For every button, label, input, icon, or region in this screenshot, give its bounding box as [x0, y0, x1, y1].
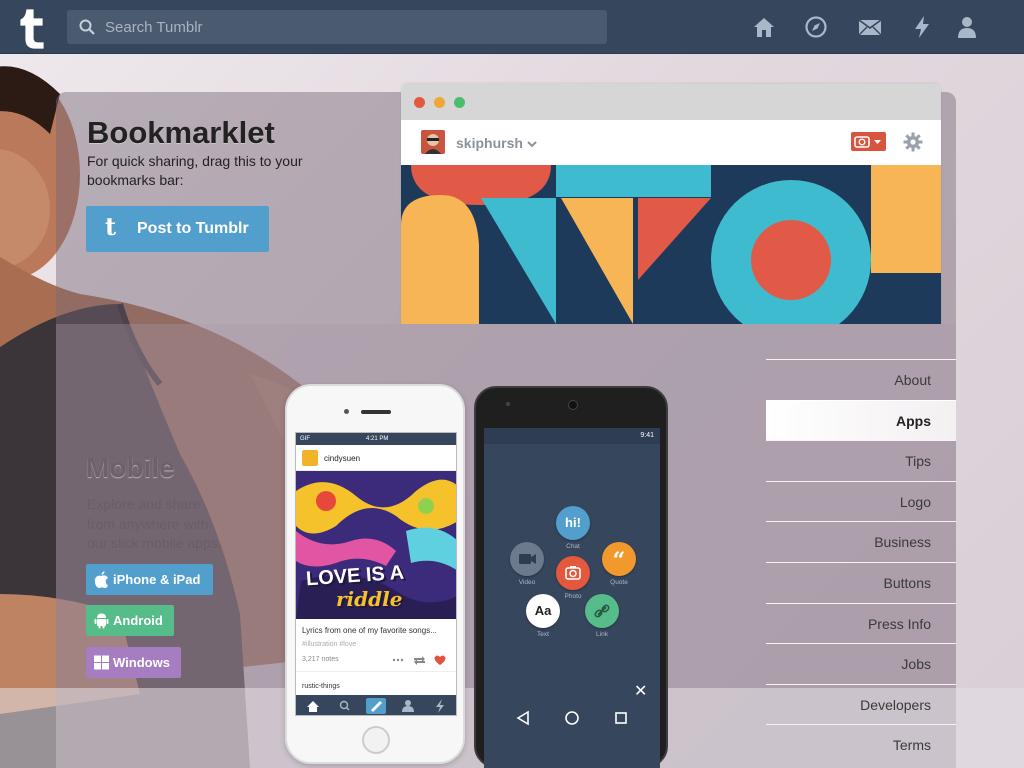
- post-notes: 3,217 notes: [302, 656, 339, 663]
- sidebar-item-terms[interactable]: Terms: [766, 724, 956, 765]
- top-navigation-bar: [0, 0, 1024, 54]
- home-icon[interactable]: [752, 15, 776, 39]
- sidebar-item-tips[interactable]: Tips: [766, 440, 956, 481]
- text-bubble[interactable]: Aa: [526, 594, 560, 628]
- post-caption: Lyrics from one of my favorite songs...: [302, 626, 437, 635]
- browser-chrome: [401, 84, 941, 120]
- account-icon[interactable]: [955, 15, 979, 39]
- bookmarklet-heading: Bookmarklet: [87, 115, 275, 150]
- back-icon: [516, 710, 529, 726]
- iphone-camera: [344, 409, 349, 414]
- android-sensor: [506, 402, 510, 406]
- android-label: Android: [113, 613, 163, 628]
- video-camera-icon: [519, 554, 536, 564]
- sidebar-item-developers[interactable]: Developers: [766, 683, 956, 725]
- iphone-screen: GIF 4:21 PM cindysuen LOVE IS A riddle L…: [295, 432, 457, 716]
- next-post-user: rustic-things: [302, 683, 340, 690]
- quote-label: Quote: [610, 579, 628, 586]
- link-bubble[interactable]: [585, 594, 619, 628]
- text-label: Text: [537, 631, 549, 638]
- camera-post-button[interactable]: [851, 132, 886, 151]
- close-dot: [414, 97, 425, 108]
- about-sidebar-nav: About Apps Tips Logo Business Buttons Pr…: [766, 359, 956, 765]
- android-screen: 9:41 hi! Chat Video “ Quote Photo Aa Tex…: [484, 428, 660, 768]
- post-username: cindysuen: [324, 454, 361, 463]
- mobile-heading: Mobile: [86, 452, 175, 483]
- sidebar-item-apps[interactable]: Apps: [766, 399, 956, 441]
- iphone-carrier: GIF: [300, 436, 310, 442]
- chevron-down-icon: [527, 141, 537, 148]
- post-actions: [392, 655, 446, 665]
- chat-bubble[interactable]: hi!: [556, 506, 590, 540]
- photo-bubble[interactable]: [556, 556, 590, 590]
- iphone-home-button: [362, 726, 390, 754]
- tumblr-logo[interactable]: [15, 6, 51, 49]
- iphone-tab-bar: [296, 695, 456, 715]
- search-box[interactable]: [67, 10, 607, 44]
- windows-button[interactable]: Windows: [86, 647, 181, 678]
- android-icon: [94, 613, 109, 629]
- post-header: cindysuen: [296, 445, 456, 471]
- windows-icon: [94, 655, 109, 670]
- iphone-ipad-button[interactable]: iPhone & iPad: [86, 564, 213, 595]
- android-status-bar: 9:41: [484, 428, 660, 444]
- sidebar-item-buttons[interactable]: Buttons: [766, 561, 956, 603]
- recents-icon: [615, 712, 627, 724]
- blog-header-artwork: [401, 165, 941, 324]
- search-input[interactable]: [105, 10, 595, 44]
- iphone-speaker: [361, 410, 391, 414]
- bookmarklet-description: For quick sharing, drag this to your boo…: [87, 153, 303, 188]
- link-icon: [594, 604, 610, 618]
- search-icon: [79, 19, 95, 35]
- windows-label: Windows: [113, 655, 170, 670]
- video-bubble[interactable]: [510, 542, 544, 576]
- quote-bubble[interactable]: “: [602, 542, 636, 576]
- post-to-tumblr-label: Post to Tumblr: [137, 220, 249, 237]
- artwork-text-2: riddle: [336, 587, 403, 611]
- browser-mockup: skiphursh: [401, 84, 941, 324]
- sidebar-item-about[interactable]: About: [766, 359, 956, 400]
- android-button[interactable]: Android: [86, 605, 174, 636]
- post-avatar: [302, 450, 318, 466]
- apple-icon: [94, 571, 108, 588]
- camera-icon: [854, 136, 881, 148]
- video-label: Video: [518, 579, 536, 586]
- iphone-status-bar: GIF 4:21 PM: [296, 433, 456, 445]
- iphone-time: 4:21 PM: [366, 436, 389, 442]
- blog-name[interactable]: skiphursh: [456, 135, 537, 151]
- chat-glyph: hi!: [565, 515, 581, 530]
- inbox-icon[interactable]: [858, 15, 882, 39]
- minimize-dot: [434, 97, 445, 108]
- android-camera: [568, 400, 578, 410]
- mobile-description: Explore and share from anywhere with our…: [87, 496, 222, 551]
- sidebar-item-press-info[interactable]: Press Info: [766, 602, 956, 644]
- maximize-dot: [454, 97, 465, 108]
- sidebar-item-jobs[interactable]: Jobs: [766, 643, 956, 684]
- tumblr-logo-icon: [20, 9, 44, 49]
- home-nav-icon: [565, 711, 579, 725]
- activity-icon[interactable]: [910, 15, 934, 39]
- android-nav-bar: [484, 704, 660, 744]
- blog-name-label: skiphursh: [456, 135, 523, 151]
- android-mockup: 9:41 hi! Chat Video “ Quote Photo Aa Tex…: [474, 386, 668, 768]
- post-tags: #illustration #love: [302, 641, 357, 648]
- close-icon[interactable]: ✕: [634, 684, 647, 700]
- quote-glyph: “: [612, 548, 626, 574]
- text-glyph: Aa: [534, 603, 552, 618]
- link-label: Link: [596, 631, 608, 638]
- iphone-ipad-label: iPhone & iPad: [113, 572, 201, 587]
- gear-icon[interactable]: [903, 132, 923, 152]
- sidebar-item-logo[interactable]: Logo: [766, 480, 956, 522]
- android-time: 9:41: [640, 432, 654, 439]
- iphone-mockup: GIF 4:21 PM cindysuen LOVE IS A riddle L…: [285, 384, 465, 764]
- post-artwork: LOVE IS A riddle: [296, 471, 456, 619]
- blog-avatar: [421, 130, 445, 154]
- tumblr-t-icon: t: [105, 212, 117, 241]
- photo-camera-icon: [565, 566, 581, 580]
- explore-icon[interactable]: [804, 15, 828, 39]
- chat-label: Chat: [566, 543, 580, 550]
- post-to-tumblr-button[interactable]: t Post to Tumblr: [86, 206, 269, 252]
- sidebar-item-business[interactable]: Business: [766, 521, 956, 562]
